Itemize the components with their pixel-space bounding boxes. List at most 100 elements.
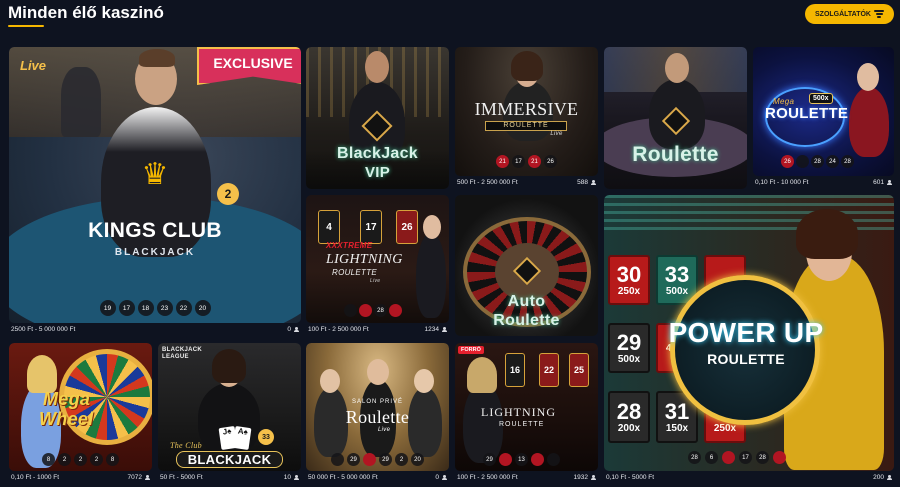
dealer-head (367, 359, 389, 385)
game-card-kings-club-blackjack[interactable]: Live EXCLUSIVE ♛ 2 KINGS CLUB BLACKJACK … (9, 47, 301, 336)
lightning-tile: 16 (505, 353, 525, 387)
result-chip (796, 155, 809, 168)
result-chip: 26 (544, 155, 557, 168)
game-thumbnail: Roulette (604, 47, 747, 189)
game-card-xxxtreme-lightning-roulette[interactable]: 4 17 26 XXXTREME LIGHTNING ROULETTE Live… (306, 195, 449, 336)
dealer-head (414, 369, 434, 393)
bet-limits: 50 000 Ft - 5 000 000 Ft (308, 474, 378, 481)
result-chip: 20 (411, 453, 424, 466)
game-card-auto-roulette[interactable]: Auto Roulette (455, 195, 598, 336)
result-chip: 8 (42, 453, 55, 466)
lightning-tile: 17 (360, 210, 382, 244)
person-icon (886, 474, 892, 481)
game-name-line1: LIGHTNING (481, 405, 556, 419)
result-chip (547, 453, 560, 466)
result-chip: 29 (347, 453, 360, 466)
game-meta: 0,10 Ft - 1000 Ft 7072 (9, 471, 152, 484)
game-name-line1: Mega (43, 389, 91, 409)
game-name-line3: ROULETTE (332, 268, 378, 277)
game-card-mega-roulette[interactable]: 500x Mega ROULETTE 26 28 24 28 0,10 Ft -… (753, 47, 894, 189)
providers-filter-button[interactable]: SZOLGÁLTATÓK (805, 4, 894, 24)
result-chip: 17 (118, 300, 135, 316)
bet-limits: 500 Ft - 2 500 000 Ft (457, 179, 518, 186)
league-line2: LEAGUE (162, 354, 189, 360)
bet-limits: 50 Ft - 5000 Ft (160, 474, 203, 481)
power-tile: 30 250x (608, 255, 650, 305)
player-count: 0 (287, 326, 299, 333)
game-card-lightning-roulette[interactable]: FORRÓ 16 22 25 LIGHTNING ROULETTE 29 13 … (455, 343, 598, 484)
game-meta: 2500 Ft - 5 000 000 Ft 0 (9, 323, 301, 336)
game-card-roulette[interactable]: Roulette (604, 47, 747, 189)
live-logo: Live (20, 58, 47, 73)
game-name-line4: Live (370, 278, 381, 284)
recent-results: 28 (306, 304, 449, 317)
game-meta: 100 Ft - 2 500 000 Ft 1234 (306, 323, 449, 336)
result-chip: 28 (756, 451, 769, 464)
result-chip (389, 304, 402, 317)
game-meta: 0,10 Ft - 10 000 Ft 601 (753, 176, 894, 189)
result-chip (344, 304, 357, 317)
result-chip: 29 (483, 453, 496, 466)
person-icon (293, 326, 299, 333)
player-count: 588 (577, 179, 596, 186)
game-card-salon-prive-roulette[interactable]: SALON PRIVÉ Roulette Live 29 29 2 20 50 … (306, 343, 449, 484)
game-name-line1: IMMERSIVE (474, 99, 579, 119)
result-chip: 13 (515, 453, 528, 466)
game-thumbnail: 30250x 33500x 29500x 450x 28200x 31150x … (604, 195, 894, 471)
game-card-power-up-roulette[interactable]: 30250x 33500x 29500x 450x 28200x 31150x … (604, 195, 894, 484)
person-icon (590, 474, 596, 481)
game-name-line2: VIP (364, 164, 391, 181)
result-chip: 28 (811, 155, 824, 168)
game-card-mega-wheel[interactable]: Mega Wheel 8 2 2 2 8 0,10 Ft - 1000 Ft 7… (9, 343, 152, 484)
result-chip: 6 (705, 451, 718, 464)
dealer-head (423, 215, 441, 239)
result-chip: 29 (379, 453, 392, 466)
title-underline (8, 25, 44, 27)
game-thumbnail: 4 17 26 XXXTREME LIGHTNING ROULETTE Live… (306, 195, 449, 323)
recent-results: 8 2 2 2 8 (9, 453, 152, 466)
recent-results: 28 6 17 28 (604, 451, 894, 464)
filter-icon (874, 10, 884, 18)
dealer-head (857, 63, 879, 91)
game-meta: 100 Ft - 2 500 000 Ft 1932 (455, 471, 598, 484)
roulette-strip: ROULETTE (485, 121, 567, 131)
kings-club-crown-icon: ♛ (141, 158, 169, 191)
recent-results: 19 17 18 23 22 20 (9, 300, 301, 316)
recent-results: 26 28 24 28 (753, 155, 894, 168)
result-chip: 21 (496, 155, 509, 168)
person-icon (886, 179, 892, 186)
game-card-blackjack-vip[interactable]: BlackJack VIP (306, 47, 449, 189)
result-chip: 23 (156, 300, 173, 316)
power-up-ring (670, 275, 820, 425)
result-chip: 24 (826, 155, 839, 168)
result-chip: 2 (74, 453, 87, 466)
game-name-line2: LIGHTNING (326, 252, 403, 267)
result-chip: 28 (841, 155, 854, 168)
game-name-line1: KINGS CLUB (88, 219, 222, 242)
result-chip (363, 453, 376, 466)
player-count: 1932 (574, 474, 596, 481)
person-icon (441, 474, 447, 481)
game-name-line2: Wheel (39, 409, 94, 429)
recent-results: 29 13 (455, 453, 598, 466)
bet-limits: 2500 Ft - 5 000 000 Ft (11, 326, 76, 333)
power-tile: 28 200x (608, 391, 650, 443)
bet-limits: 0,10 Ft - 10 000 Ft (755, 179, 809, 186)
recent-results: 29 29 2 20 (306, 453, 449, 466)
game-name-line2: BLACKJACK (176, 451, 283, 468)
result-chip (773, 451, 786, 464)
game-thumbnail: IMMERSIVE ROULETTE Live 21 17 21 26 (455, 47, 598, 176)
game-card-the-club-blackjack[interactable]: BLACKJACK LEAGUE J♠ A♠ 33 The Club BLACK… (158, 343, 301, 484)
dealer-figure (849, 87, 889, 157)
game-name-line1: XXXTREME (326, 241, 373, 250)
game-meta: 50 Ft - 5000 Ft 10 (158, 471, 301, 484)
power-tile: 29 500x (608, 323, 650, 373)
game-card-immersive-roulette[interactable]: IMMERSIVE ROULETTE Live 21 17 21 26 500 … (455, 47, 598, 189)
result-chip (499, 453, 512, 466)
result-chip (722, 451, 735, 464)
dealer-head (665, 53, 689, 83)
game-name-line1: POWER UP (668, 317, 824, 348)
player-count: 0 (435, 474, 447, 481)
lightning-tile: 22 (539, 353, 559, 387)
result-chip: 2 (395, 453, 408, 466)
